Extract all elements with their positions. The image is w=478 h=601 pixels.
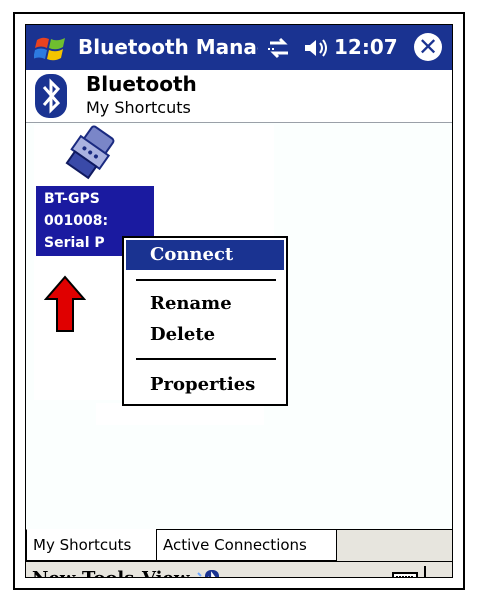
menu-item-rename[interactable]: Rename — [126, 289, 284, 319]
connectivity-icon[interactable] — [266, 37, 292, 59]
close-icon[interactable]: ✕ — [414, 33, 442, 61]
pocket-pc-screen: Bluetooth Manager 12:07 ✕ Bluetooth My S… — [25, 24, 453, 578]
up-arrow-icon[interactable] — [430, 574, 442, 578]
menu-tools[interactable]: Tools — [82, 568, 134, 577]
menu-new[interactable]: New — [32, 568, 75, 577]
page-subtitle: My Shortcuts — [86, 98, 191, 117]
tab-my-shortcuts[interactable]: My Shortcuts — [26, 529, 157, 561]
menu-bar: New Tools View — [26, 561, 452, 578]
volume-icon[interactable] — [303, 37, 329, 59]
tab-active-connections[interactable]: Active Connections — [156, 529, 337, 561]
content-background-strip — [96, 403, 264, 425]
bluetooth-icon[interactable] — [196, 569, 220, 578]
clock: 12:07 — [334, 35, 398, 59]
menu-item-properties[interactable]: Properties — [126, 370, 284, 400]
shortcut-line-address: 001008: — [44, 213, 109, 229]
windows-start-icon[interactable] — [34, 32, 68, 64]
bluetooth-icon — [35, 74, 67, 118]
serial-port-icon — [65, 125, 115, 180]
menu-item-connect[interactable]: Connect — [126, 240, 284, 270]
red-up-arrow-icon — [44, 275, 86, 332]
menu-bar-divider — [424, 566, 426, 577]
app-title: Bluetooth Manager — [78, 35, 258, 59]
menu-item-delete[interactable]: Delete — [126, 320, 284, 350]
tab-strip: My Shortcuts Active Connections — [26, 529, 452, 562]
shortcut-line-name: BT-GPS — [44, 191, 100, 207]
page-title: Bluetooth — [86, 72, 197, 96]
menu-separator — [136, 279, 276, 281]
menu-separator — [136, 358, 276, 360]
page-header: Bluetooth My Shortcuts — [26, 70, 452, 123]
keyboard-icon[interactable] — [392, 572, 418, 578]
menu-view[interactable]: View — [142, 568, 189, 577]
screenshot-frame: Bluetooth Manager 12:07 ✕ Bluetooth My S… — [13, 12, 465, 590]
context-menu: Connect Rename Delete Properties — [122, 236, 288, 406]
title-bar: Bluetooth Manager 12:07 ✕ — [26, 25, 452, 70]
shortcuts-area: BT-GPS 001008: Serial P Connect Rename D… — [26, 123, 452, 519]
